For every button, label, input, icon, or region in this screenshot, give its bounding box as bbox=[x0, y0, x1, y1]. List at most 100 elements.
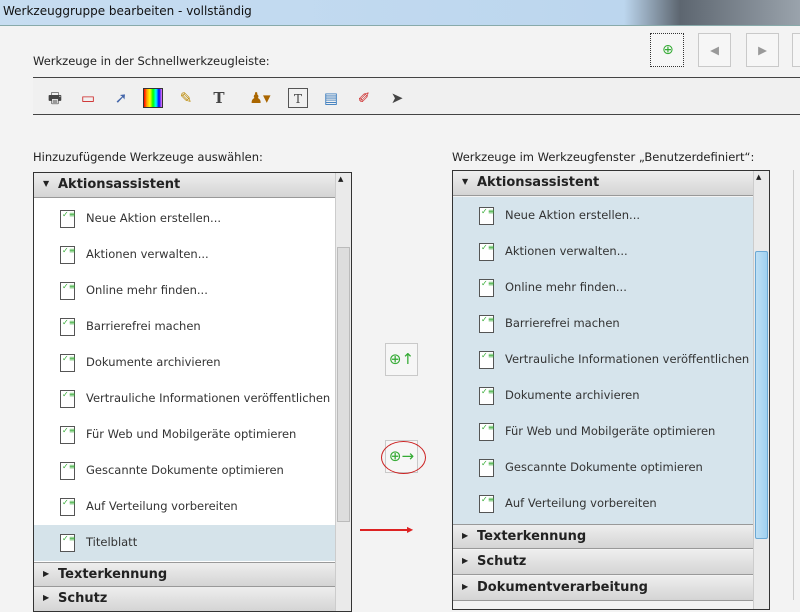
expanded-icon: ▼ bbox=[43, 179, 50, 188]
expanded-icon: ▼ bbox=[462, 177, 469, 186]
list-item[interactable]: ✓≡ Gescannte Dokumente optimieren bbox=[453, 450, 753, 486]
sign-icon[interactable]: ✐ bbox=[354, 88, 374, 108]
list-item-label: Titelblatt bbox=[86, 535, 138, 549]
action-icon: ✓≡ bbox=[60, 210, 75, 228]
text-icon[interactable]: T bbox=[209, 88, 229, 108]
available-tools-list[interactable]: ▼ Aktionsassistent ✓≡ Neue Aktion erstelle… bbox=[33, 172, 352, 612]
action-icon: ✓≡ bbox=[60, 534, 75, 552]
action-icon: ✓≡ bbox=[60, 354, 75, 372]
list-item[interactable]: ✓≡ Gescannte Dokumente optimieren bbox=[34, 453, 335, 489]
list-item[interactable]: ✓≡ Vertrauliche Informationen veröffentli… bbox=[453, 342, 753, 378]
group-dokumentverarbeitung[interactable]: ▶ Dokumentverarbeitung bbox=[453, 576, 753, 601]
textbox-icon[interactable]: T bbox=[288, 88, 308, 108]
action-icon: ✓≡ bbox=[479, 387, 494, 405]
group-aktionsassistent[interactable]: ▼ Aktionsassistent bbox=[34, 173, 336, 198]
action-icon: ✓≡ bbox=[479, 207, 494, 225]
page-marker-icon[interactable]: ▭ bbox=[78, 88, 98, 108]
list-item[interactable]: ✓≡ Neue Aktion erstellen... bbox=[34, 201, 335, 237]
list-item-label: Vertrauliche Informationen veröffentlich… bbox=[86, 391, 331, 405]
list-item-label: Gescannte Dokumente optimieren bbox=[505, 460, 703, 474]
list-item-label: Dokumente archivieren bbox=[505, 388, 640, 402]
list-item[interactable]: ✓≡ Online mehr finden... bbox=[34, 273, 335, 309]
list-item[interactable]: ✓≡ Für Web und Mobilgeräte optimieren bbox=[453, 414, 753, 450]
red-arrow bbox=[360, 529, 410, 531]
action-icon: ✓≡ bbox=[479, 243, 494, 261]
quick-toolbar-label: Werkzeuge in der Schnellwerkzeugleiste: bbox=[33, 54, 270, 68]
list-item-label: Für Web und Mobilgeräte optimieren bbox=[86, 427, 297, 441]
list-item-label: Auf Verteilung vorbereiten bbox=[505, 496, 657, 510]
list-item[interactable]: ✓≡ Titelblatt bbox=[34, 525, 335, 561]
action-icon: ✓≡ bbox=[479, 279, 494, 297]
list-item-label: Gescannte Dokumente optimieren bbox=[86, 463, 284, 477]
list-item[interactable]: ✓≡ Barrierefrei machen bbox=[34, 309, 335, 345]
group-texterkennung[interactable]: ▶ Texterkennung bbox=[453, 524, 753, 549]
right-scrollbar[interactable]: ▲ bbox=[753, 171, 769, 609]
list-item[interactable]: ✓≡ Dokumente archivieren bbox=[453, 378, 753, 414]
remove-button[interactable] bbox=[792, 33, 800, 67]
title-bar: Werkzeuggruppe bearbeiten - vollständig bbox=[0, 0, 800, 26]
group-aktionsassistent[interactable]: ▼ Aktionsassistent bbox=[453, 171, 753, 196]
collapsed-icon: ▶ bbox=[462, 531, 469, 540]
left-scrollbar[interactable]: ▲ bbox=[335, 173, 351, 611]
stamp-icon[interactable]: ♟▾ bbox=[245, 88, 275, 108]
collapsed-icon: ▶ bbox=[462, 582, 469, 591]
new-divider-button[interactable]: ⊕ bbox=[650, 33, 684, 67]
list-item[interactable]: ✓≡ Aktionen verwalten... bbox=[453, 234, 753, 270]
list-item[interactable]: ✓≡ Auf Verteilung vorbereiten bbox=[453, 486, 753, 522]
add-above-button[interactable]: ⊕↑ bbox=[385, 343, 418, 376]
highlight-circle bbox=[381, 441, 426, 474]
chevron-right-icon: ▶ bbox=[758, 43, 767, 57]
action-icon: ✓≡ bbox=[479, 351, 494, 369]
collapsed-icon: ▶ bbox=[43, 569, 50, 578]
select-page-icon[interactable]: ➚ bbox=[111, 88, 131, 108]
list-item[interactable]: ✓≡ Online mehr finden... bbox=[453, 270, 753, 306]
list-item-label: Vertrauliche Informationen veröffentlich… bbox=[505, 352, 750, 366]
move-left-button[interactable]: ◀ bbox=[698, 33, 731, 67]
left-label: Hinzuzufügende Werkzeuge auswählen: bbox=[33, 150, 263, 164]
action-icon: ✓≡ bbox=[479, 423, 494, 441]
list-item[interactable]: ✓≡ Barrierefrei machen bbox=[453, 306, 753, 342]
collapsed-icon: ▶ bbox=[462, 556, 469, 565]
window-title: Werkzeuggruppe bearbeiten - vollständig bbox=[3, 4, 252, 18]
right-label: Werkzeuge im Werkzeugfenster „Benutzerde… bbox=[452, 150, 755, 164]
action-icon: ✓≡ bbox=[479, 495, 494, 513]
print-zoom-icon[interactable]: 🖶 bbox=[45, 88, 65, 108]
scroll-up-icon[interactable]: ▲ bbox=[756, 173, 761, 181]
list-item[interactable]: ✓≡ Neue Aktion erstellen... bbox=[453, 198, 753, 234]
list-item-label: Auf Verteilung vorbereiten bbox=[86, 499, 238, 513]
action-icon: ✓≡ bbox=[60, 462, 75, 480]
document-edit-icon[interactable]: ▤ bbox=[321, 88, 341, 108]
list-item[interactable]: ✓≡ Auf Verteilung vorbereiten bbox=[34, 489, 335, 525]
action-icon: ✓≡ bbox=[60, 390, 75, 408]
list-item[interactable]: ✓≡ Aktionen verwalten... bbox=[34, 237, 335, 273]
scroll-thumb[interactable] bbox=[755, 251, 768, 539]
pointer-icon[interactable]: ➤ bbox=[387, 88, 407, 108]
list-item-label: Dokumente archivieren bbox=[86, 355, 221, 369]
custom-tools-list[interactable]: ▼ Aktionsassistent ✓≡ Neue Aktion erstelle… bbox=[452, 170, 770, 610]
action-icon: ✓≡ bbox=[479, 459, 494, 477]
add-up-icon: ⊕↑ bbox=[388, 350, 415, 368]
action-icon: ✓≡ bbox=[60, 426, 75, 444]
action-icon: ✓≡ bbox=[60, 498, 75, 516]
group-schutz[interactable]: ▶ Schutz bbox=[453, 550, 753, 575]
move-right-button[interactable]: ▶ bbox=[746, 33, 779, 67]
list-item[interactable]: ✓≡ Dokumente archivieren bbox=[34, 345, 335, 381]
list-item-label: Online mehr finden... bbox=[505, 280, 627, 294]
arrowhead-icon: ▶ bbox=[407, 525, 414, 534]
list-item-label: Barrierefrei machen bbox=[86, 319, 201, 333]
highlight-text-icon[interactable]: ✎ bbox=[176, 88, 196, 108]
list-item-label: Aktionen verwalten... bbox=[505, 244, 628, 258]
list-item-label: Für Web und Mobilgeräte optimieren bbox=[505, 424, 716, 438]
action-icon: ✓≡ bbox=[60, 318, 75, 336]
scroll-thumb[interactable] bbox=[337, 247, 350, 522]
list-item-label: Neue Aktion erstellen... bbox=[505, 208, 641, 222]
quick-toolbar: 🖶 ▭ ➚ ✎ T ♟▾ T ▤ ✐ ➤ bbox=[33, 77, 800, 115]
group-texterkennung[interactable]: ▶ Texterkennung bbox=[34, 562, 336, 587]
color-icon[interactable] bbox=[143, 88, 163, 108]
list-item[interactable]: ✓≡ Für Web und Mobilgeräte optimieren bbox=[34, 417, 335, 453]
list-item[interactable]: ✓≡ Vertrauliche Informationen veröffentli… bbox=[34, 381, 335, 417]
add-divider-icon: ⊕ bbox=[662, 42, 674, 58]
list-item-label: Online mehr finden... bbox=[86, 283, 208, 297]
list-item-label: Aktionen verwalten... bbox=[86, 247, 209, 261]
scroll-up-icon[interactable]: ▲ bbox=[338, 175, 343, 183]
